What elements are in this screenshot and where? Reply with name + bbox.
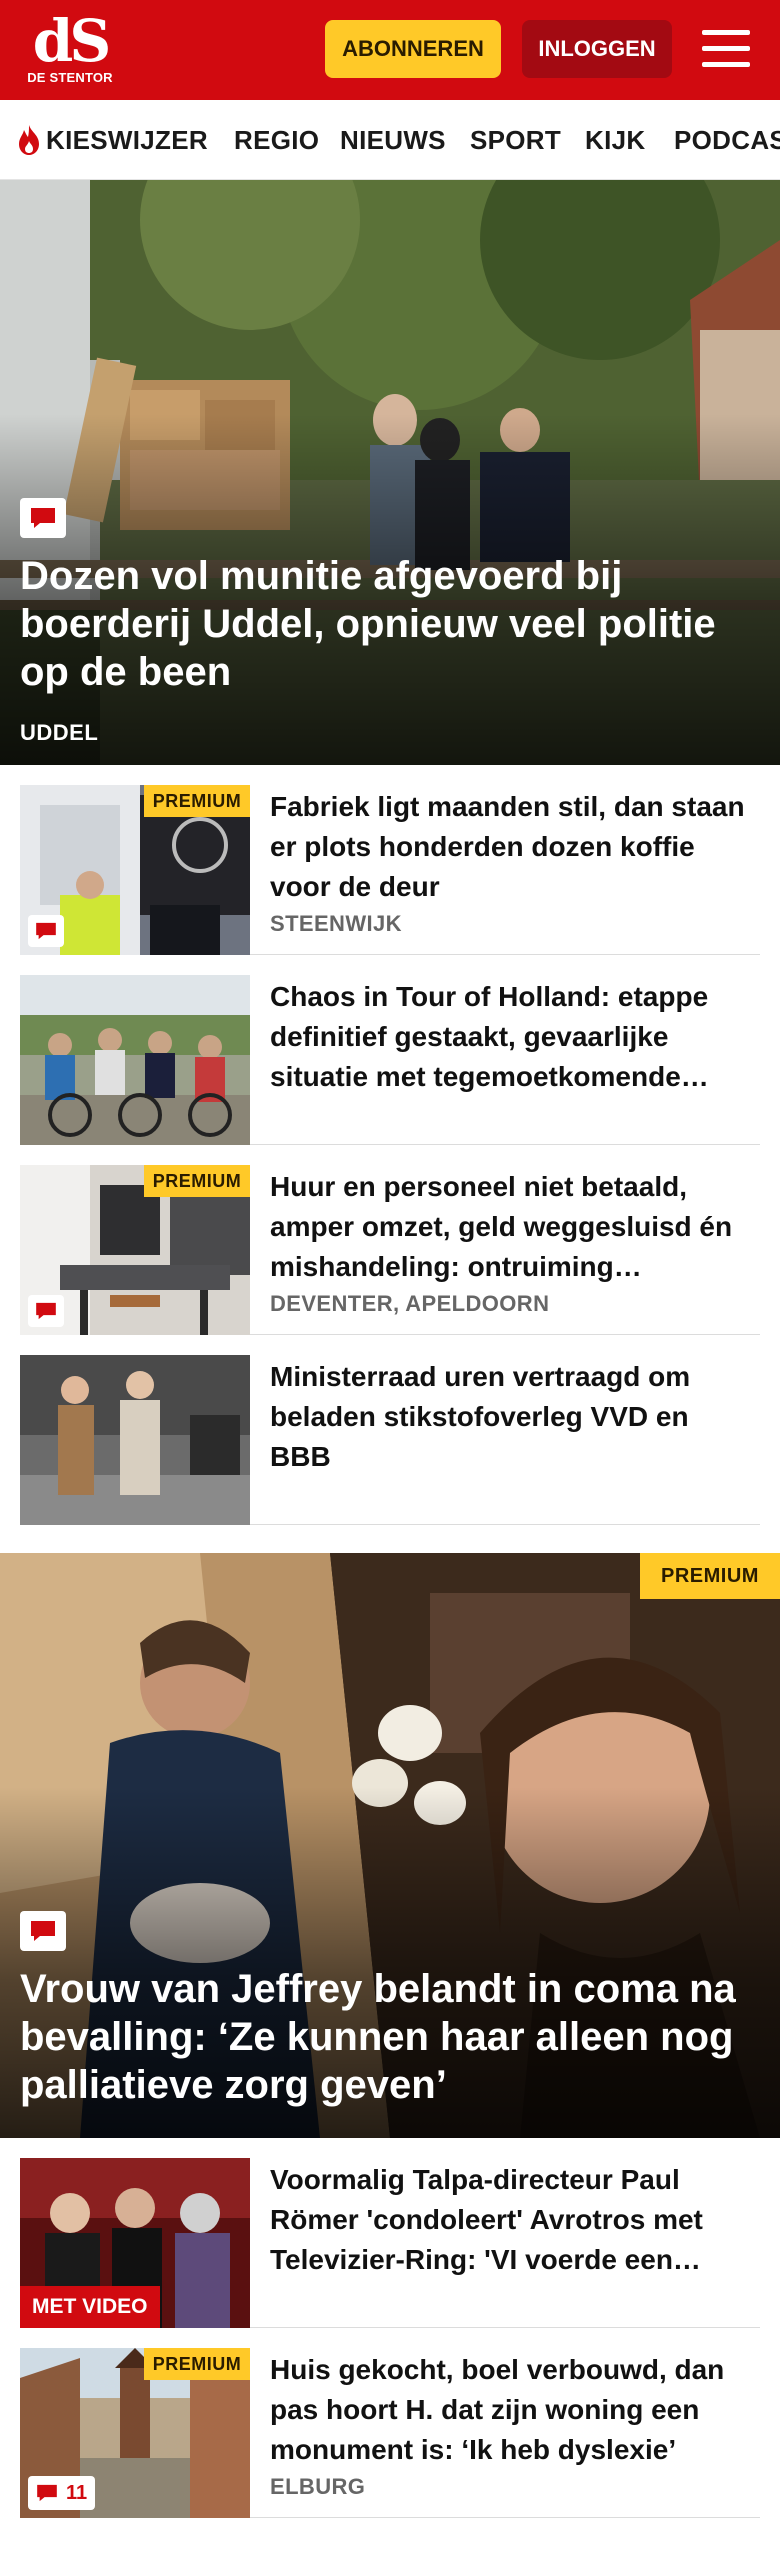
nav-item-label: KIJK: [585, 124, 646, 155]
article-title[interactable]: Ministerraad uren vertraagd om beladen s…: [270, 1357, 750, 1477]
article-location-label: ELBURG: [270, 2474, 366, 2499]
article-title[interactable]: Huur en personeel niet betaald, amper om…: [270, 1167, 750, 1287]
list-item[interactable]: PREMIUM 11 Huis gekocht, boel verbouwd, …: [20, 2328, 760, 2518]
comment-icon: [28, 915, 64, 947]
article-location-label: DEVENTER, APELDOORN: [270, 1291, 550, 1316]
hamburger-menu-icon[interactable]: [696, 24, 756, 74]
nav-item-sport[interactable]: SPORT: [470, 100, 562, 179]
hero-title[interactable]: Vrouw van Jeffrey belandt in coma na bev…: [20, 1965, 740, 2109]
nav-item-kijk[interactable]: KIJK: [585, 100, 646, 179]
list-item[interactable]: PREMIUM Fabriek ligt maanden stil, dan s…: [20, 765, 760, 955]
comment-count: 11: [66, 2481, 88, 2504]
article-title[interactable]: Huis gekocht, boel verbouwd, dan pas hoo…: [270, 2350, 750, 2470]
article-title[interactable]: Chaos in Tour of Holland: etappe definit…: [270, 977, 750, 1097]
nav-item-label: REGIO: [234, 124, 320, 155]
article-location-label: STEENWIJK: [270, 911, 402, 936]
article-thumbnail: PREMIUM: [20, 1165, 250, 1335]
nav-item-kieswijzer[interactable]: KIESWIJZER: [16, 100, 208, 179]
main-navigation: KIESWIJZER REGIO NIEUWS SPORT KIJK PODCA…: [0, 100, 780, 180]
comment-icon: [20, 1911, 66, 1951]
article-thumbnail: [20, 975, 250, 1145]
article-thumbnail: PREMIUM: [20, 785, 250, 955]
login-button[interactable]: INLOGGEN: [522, 20, 672, 78]
nav-item-label: PODCAST: [674, 124, 780, 155]
hero-article-2[interactable]: PREMIUM Vrouw van Jeffrey belandt in com…: [0, 1553, 780, 2138]
article-thumbnail: MET VIDEO: [20, 2158, 250, 2328]
comment-icon: [28, 1295, 64, 1327]
logo-mark: dS: [32, 7, 111, 75]
hero-location-label: UDDEL: [20, 720, 99, 745]
article-thumbnail: PREMIUM 11: [20, 2348, 250, 2518]
nav-item-nieuws[interactable]: NIEUWS: [340, 100, 446, 179]
comment-count-badge: 11: [28, 2476, 96, 2510]
article-thumbnail: [20, 1355, 250, 1525]
premium-badge: PREMIUM: [144, 2348, 250, 2380]
comment-icon: [20, 498, 66, 538]
premium-badge: PREMIUM: [144, 1165, 250, 1197]
flame-icon: [19, 125, 39, 155]
subscribe-button[interactable]: ABONNEREN: [325, 20, 501, 78]
premium-badge: PREMIUM: [640, 1553, 780, 1599]
video-badge: MET VIDEO: [20, 2286, 160, 2328]
list-item[interactable]: Chaos in Tour of Holland: etappe definit…: [20, 955, 760, 1145]
site-logo[interactable]: dS DE STENTOR: [20, 12, 120, 90]
article-title[interactable]: Fabriek ligt maanden stil, dan staan er …: [270, 787, 750, 907]
hero-title[interactable]: Dozen vol munitie afgevoerd bij boerderi…: [20, 552, 740, 696]
nav-item-label: SPORT: [470, 124, 562, 155]
hero-article-1[interactable]: Dozen vol munitie afgevoerd bij boerderi…: [0, 180, 780, 765]
premium-badge: PREMIUM: [144, 785, 250, 817]
nav-item-label: KIESWIJZER: [46, 124, 208, 155]
list-item[interactable]: MET VIDEO Voormalig Talpa-directeur Paul…: [20, 2138, 760, 2328]
site-header: dS DE STENTOR ABONNEREN INLOGGEN: [0, 0, 780, 100]
nav-item-podcast[interactable]: PODCAST: [674, 100, 780, 179]
nav-item-regio[interactable]: REGIO: [234, 100, 320, 179]
nav-item-label: NIEUWS: [340, 124, 446, 155]
list-item[interactable]: PREMIUM Huur en personeel niet betaald, …: [20, 1145, 760, 1335]
comment-icon: [37, 2484, 57, 2502]
article-title[interactable]: Voormalig Talpa-directeur Paul Römer 'co…: [270, 2160, 750, 2280]
logo-text: DE STENTOR: [27, 70, 113, 85]
list-item[interactable]: Ministerraad uren vertraagd om beladen s…: [20, 1335, 760, 1525]
